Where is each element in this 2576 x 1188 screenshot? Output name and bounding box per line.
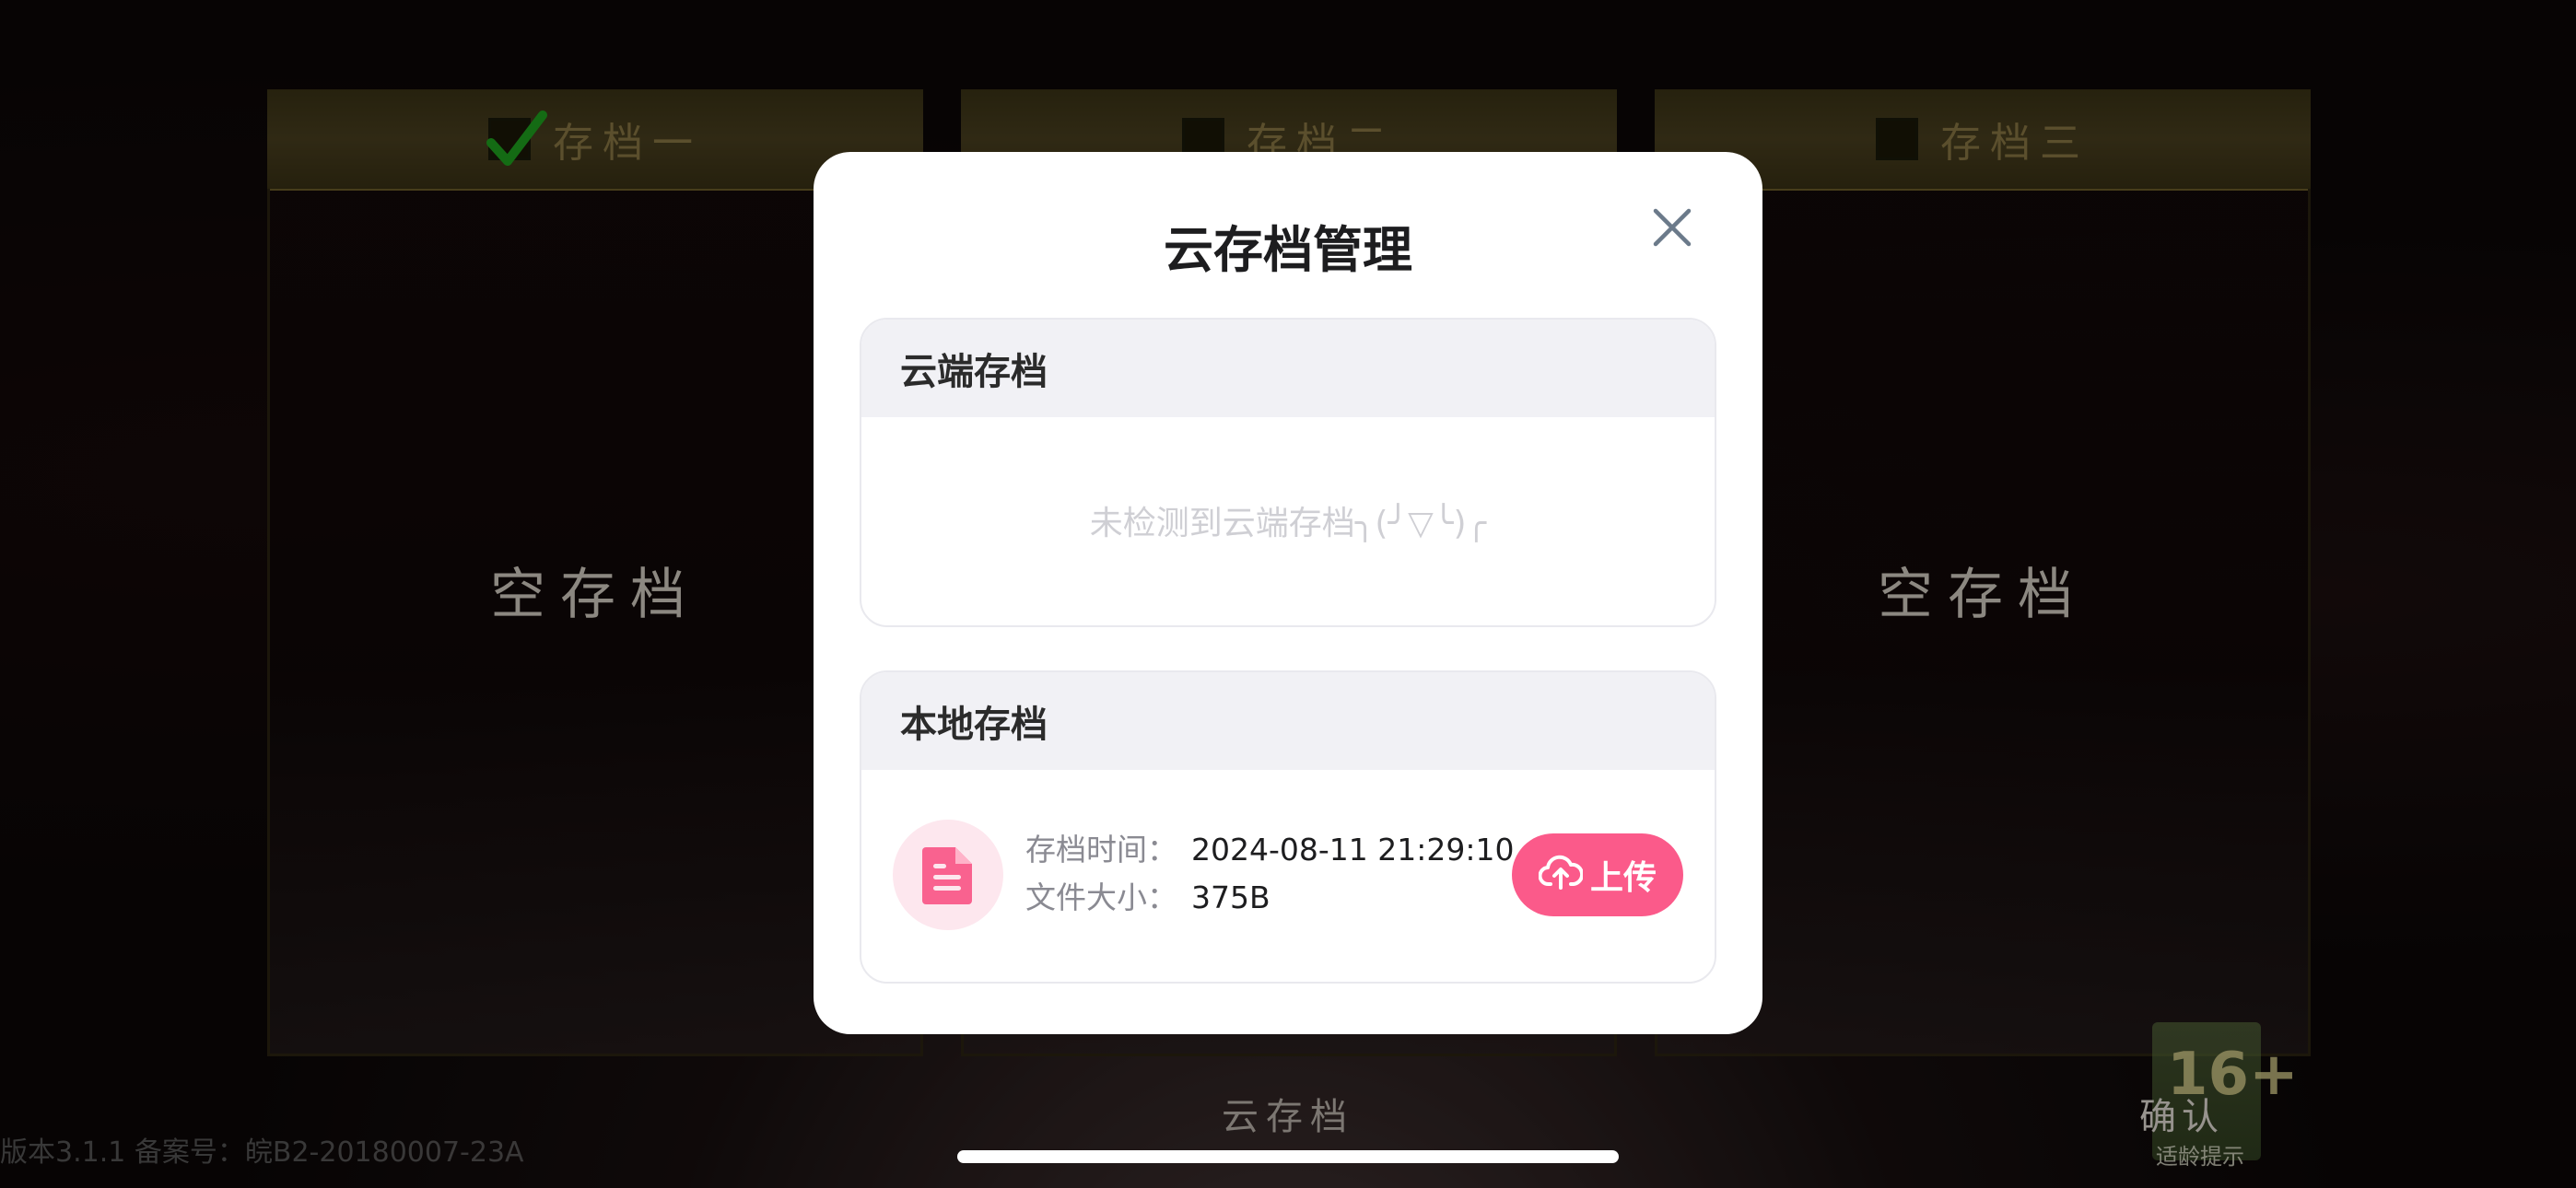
file-size-label: 文件大小：	[1025, 879, 1177, 915]
file-size-value: 375B	[1191, 879, 1270, 915]
save-time-value: 2024-08-11 21:29:10	[1191, 832, 1515, 868]
cloud-save-section: 云端存档 未检测到云端存档╮(╯▽╰)╭	[860, 318, 1716, 627]
cloud-save-dialog: 云存档管理 云端存档 未检测到云端存档╮(╯▽╰)╭ 本地存档 存档时间： 202…	[814, 152, 1762, 1034]
upload-button[interactable]: 上传	[1512, 833, 1683, 916]
cloud-save-header: 云端存档	[861, 320, 1715, 417]
home-indicator[interactable]	[957, 1150, 1619, 1163]
file-size-row: 文件大小： 375B	[1025, 873, 1270, 917]
save-time-row: 存档时间： 2024-08-11 21:29:10	[1025, 825, 1514, 869]
local-save-header: 本地存档	[861, 672, 1715, 770]
close-icon[interactable]	[1643, 198, 1702, 257]
save-time-label: 存档时间：	[1025, 832, 1177, 868]
cloud-empty-message: 未检测到云端存档╮(╯▽╰)╭	[1089, 505, 1487, 542]
local-save-section: 本地存档 存档时间： 2024-08-11 21:29:10 文件大小： 375B	[860, 670, 1716, 984]
document-icon	[893, 820, 1003, 930]
cloud-upload-icon	[1538, 853, 1585, 898]
upload-label: 上传	[1589, 859, 1657, 897]
dialog-title: 云存档管理	[1164, 221, 1412, 279]
